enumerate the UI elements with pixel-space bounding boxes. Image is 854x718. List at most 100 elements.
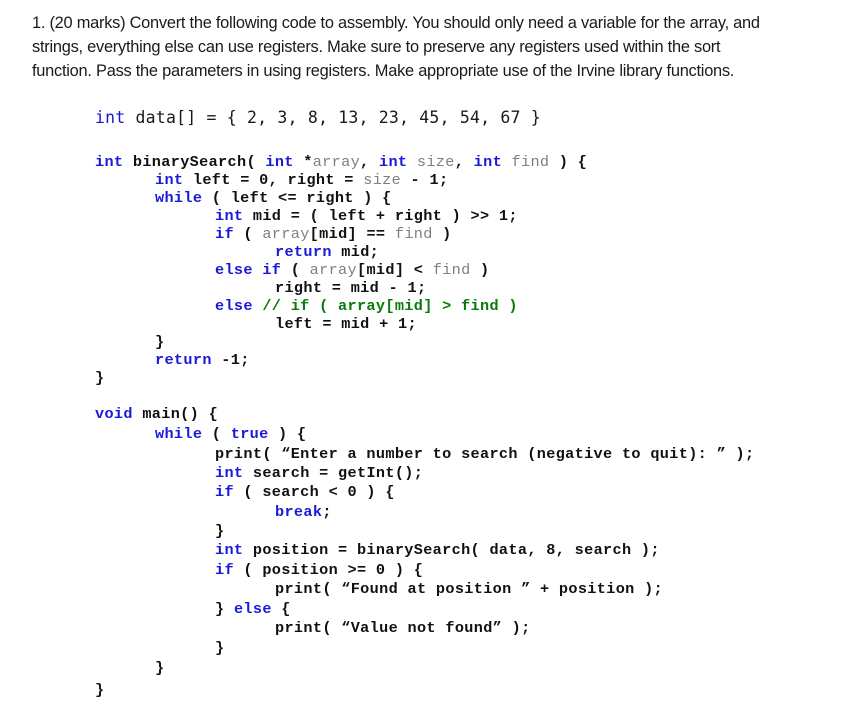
main-line-4: int search = getInt();: [215, 464, 423, 482]
code-text: }: [215, 522, 225, 540]
code-text: }: [215, 639, 225, 657]
binary-search-line-10: left = mid + 1;: [275, 315, 417, 333]
code-text: (: [281, 261, 310, 279]
binary-search-line-12: return -1;: [155, 351, 250, 369]
keyword: int: [215, 464, 244, 482]
code-text: - 1;: [401, 171, 449, 189]
code-text: }: [95, 681, 105, 699]
code-text: ): [432, 225, 452, 243]
declaration-body: data[] = { 2, 3, 8, 13, 23, 45, 54, 67 }: [125, 108, 541, 127]
code-text: print( “Enter a number to search (negati…: [215, 445, 755, 463]
declaration-type-keyword: int: [95, 108, 126, 127]
binary-search-line-13: }: [95, 369, 104, 387]
binary-search-line-5: if ( array[mid] == find ): [215, 225, 452, 243]
binary-search-line-8: right = mid - 1;: [275, 279, 426, 297]
parameter: array: [312, 153, 361, 171]
code-text: ,: [360, 153, 379, 171]
comment: // if ( array[mid] > find ): [262, 297, 518, 315]
main-line-3: print( “Enter a number to search (negati…: [215, 445, 754, 463]
binary-search-line-6: return mid;: [275, 243, 379, 261]
keyword: else: [215, 297, 253, 315]
code-text: (: [233, 225, 263, 243]
main-line-10: print( “Found at position ” + position )…: [275, 580, 663, 598]
main-line-6: break;: [275, 503, 332, 521]
array-declaration: int data[] = { 2, 3, 8, 13, 23, 45, 54, …: [95, 108, 541, 127]
question-text: 1. (20 marks) Convert the following code…: [32, 11, 832, 83]
code-text: }: [155, 333, 165, 351]
code-text: }: [95, 369, 105, 387]
binary-search-line-3: while ( left <= right ) {: [155, 189, 392, 207]
code-text: binarySearch(: [123, 153, 266, 171]
code-text: ( search < 0 ) {: [233, 483, 395, 501]
binary-search-line-2: int left = 0, right = size - 1;: [155, 171, 448, 189]
binary-search-line-7: else if ( array[mid] < find ): [215, 261, 490, 279]
main-line-1: void main() {: [95, 405, 218, 423]
code-text: ( left <= right ) {: [202, 189, 392, 207]
code-text: ) {: [549, 153, 588, 171]
code-text: position = binarySearch( data, 8, search…: [243, 541, 660, 559]
binary-search-line-11: }: [155, 333, 164, 351]
code-text: search = getInt();: [243, 464, 424, 482]
code-text: left = 0, right =: [183, 171, 364, 189]
main-line-5: if ( search < 0 ) {: [215, 483, 395, 501]
keyword: int: [215, 541, 244, 559]
code-text: (: [202, 425, 231, 443]
main-line-7: }: [215, 522, 224, 540]
parameter: size: [416, 153, 455, 171]
keyword: int: [155, 171, 184, 189]
binary-search-line-1: int binarySearch( int *array, int size, …: [95, 153, 587, 171]
keyword: while: [155, 425, 203, 443]
main-line-2: while ( true ) {: [155, 425, 306, 443]
code-text: main() {: [132, 405, 219, 423]
main-line-14: }: [155, 659, 164, 677]
question-line-1: 1. (20 marks) Convert the following code…: [32, 14, 760, 32]
keyword: else: [233, 600, 272, 618]
main-line-12: print( “Value not found” );: [275, 619, 531, 637]
keyword: return: [155, 351, 212, 369]
code-text: -1;: [211, 351, 250, 369]
binary-search-line-9: else // if ( array[mid] > find ): [215, 297, 518, 315]
main-line-8: int position = binarySearch( data, 8, se…: [215, 541, 660, 559]
code-text: mid;: [331, 243, 380, 261]
code-text: }: [215, 600, 234, 618]
question-line-3: function. Pass the parameters in using r…: [32, 62, 735, 80]
main-line-9: if ( position >= 0 ) {: [215, 561, 423, 579]
keyword: if: [215, 483, 234, 501]
keyword: break: [275, 503, 323, 521]
main-line-13: }: [215, 639, 224, 657]
keyword: if: [215, 561, 234, 579]
keyword: while: [155, 189, 203, 207]
keyword: int: [215, 207, 244, 225]
keyword: int: [378, 153, 408, 171]
code-text: [mid] ==: [309, 225, 395, 243]
code-text: left = mid + 1;: [275, 315, 417, 333]
code-text: print( “Found at position ” + position )…: [275, 580, 664, 598]
code-text: [mid] <: [356, 261, 433, 279]
keyword: int: [473, 153, 503, 171]
keyword: int: [95, 153, 124, 171]
keyword: int: [265, 153, 294, 171]
question-line-2: strings, everything else can use registe…: [32, 38, 721, 56]
code-text: ;: [322, 503, 332, 521]
code-text: ) {: [268, 425, 307, 443]
code-text: mid = ( left + right ) >> 1;: [243, 207, 518, 225]
parameter: find: [394, 225, 433, 243]
keyword: true: [230, 425, 269, 443]
parameter: size: [363, 171, 402, 189]
code-text: ( position >= 0 ) {: [233, 561, 424, 579]
code-text: }: [155, 659, 165, 677]
code-text: ,: [454, 153, 474, 171]
code-text: print( “Value not found” );: [275, 619, 531, 637]
keyword: else if: [215, 261, 282, 279]
parameter: find: [511, 153, 550, 171]
keyword: return: [275, 243, 332, 261]
parameter: array: [309, 261, 357, 279]
parameter: array: [262, 225, 310, 243]
code-text: right = mid - 1;: [275, 279, 427, 297]
keyword: void: [95, 405, 133, 423]
main-line-11: } else {: [215, 600, 291, 618]
parameter: find: [432, 261, 471, 279]
keyword: if: [215, 225, 234, 243]
